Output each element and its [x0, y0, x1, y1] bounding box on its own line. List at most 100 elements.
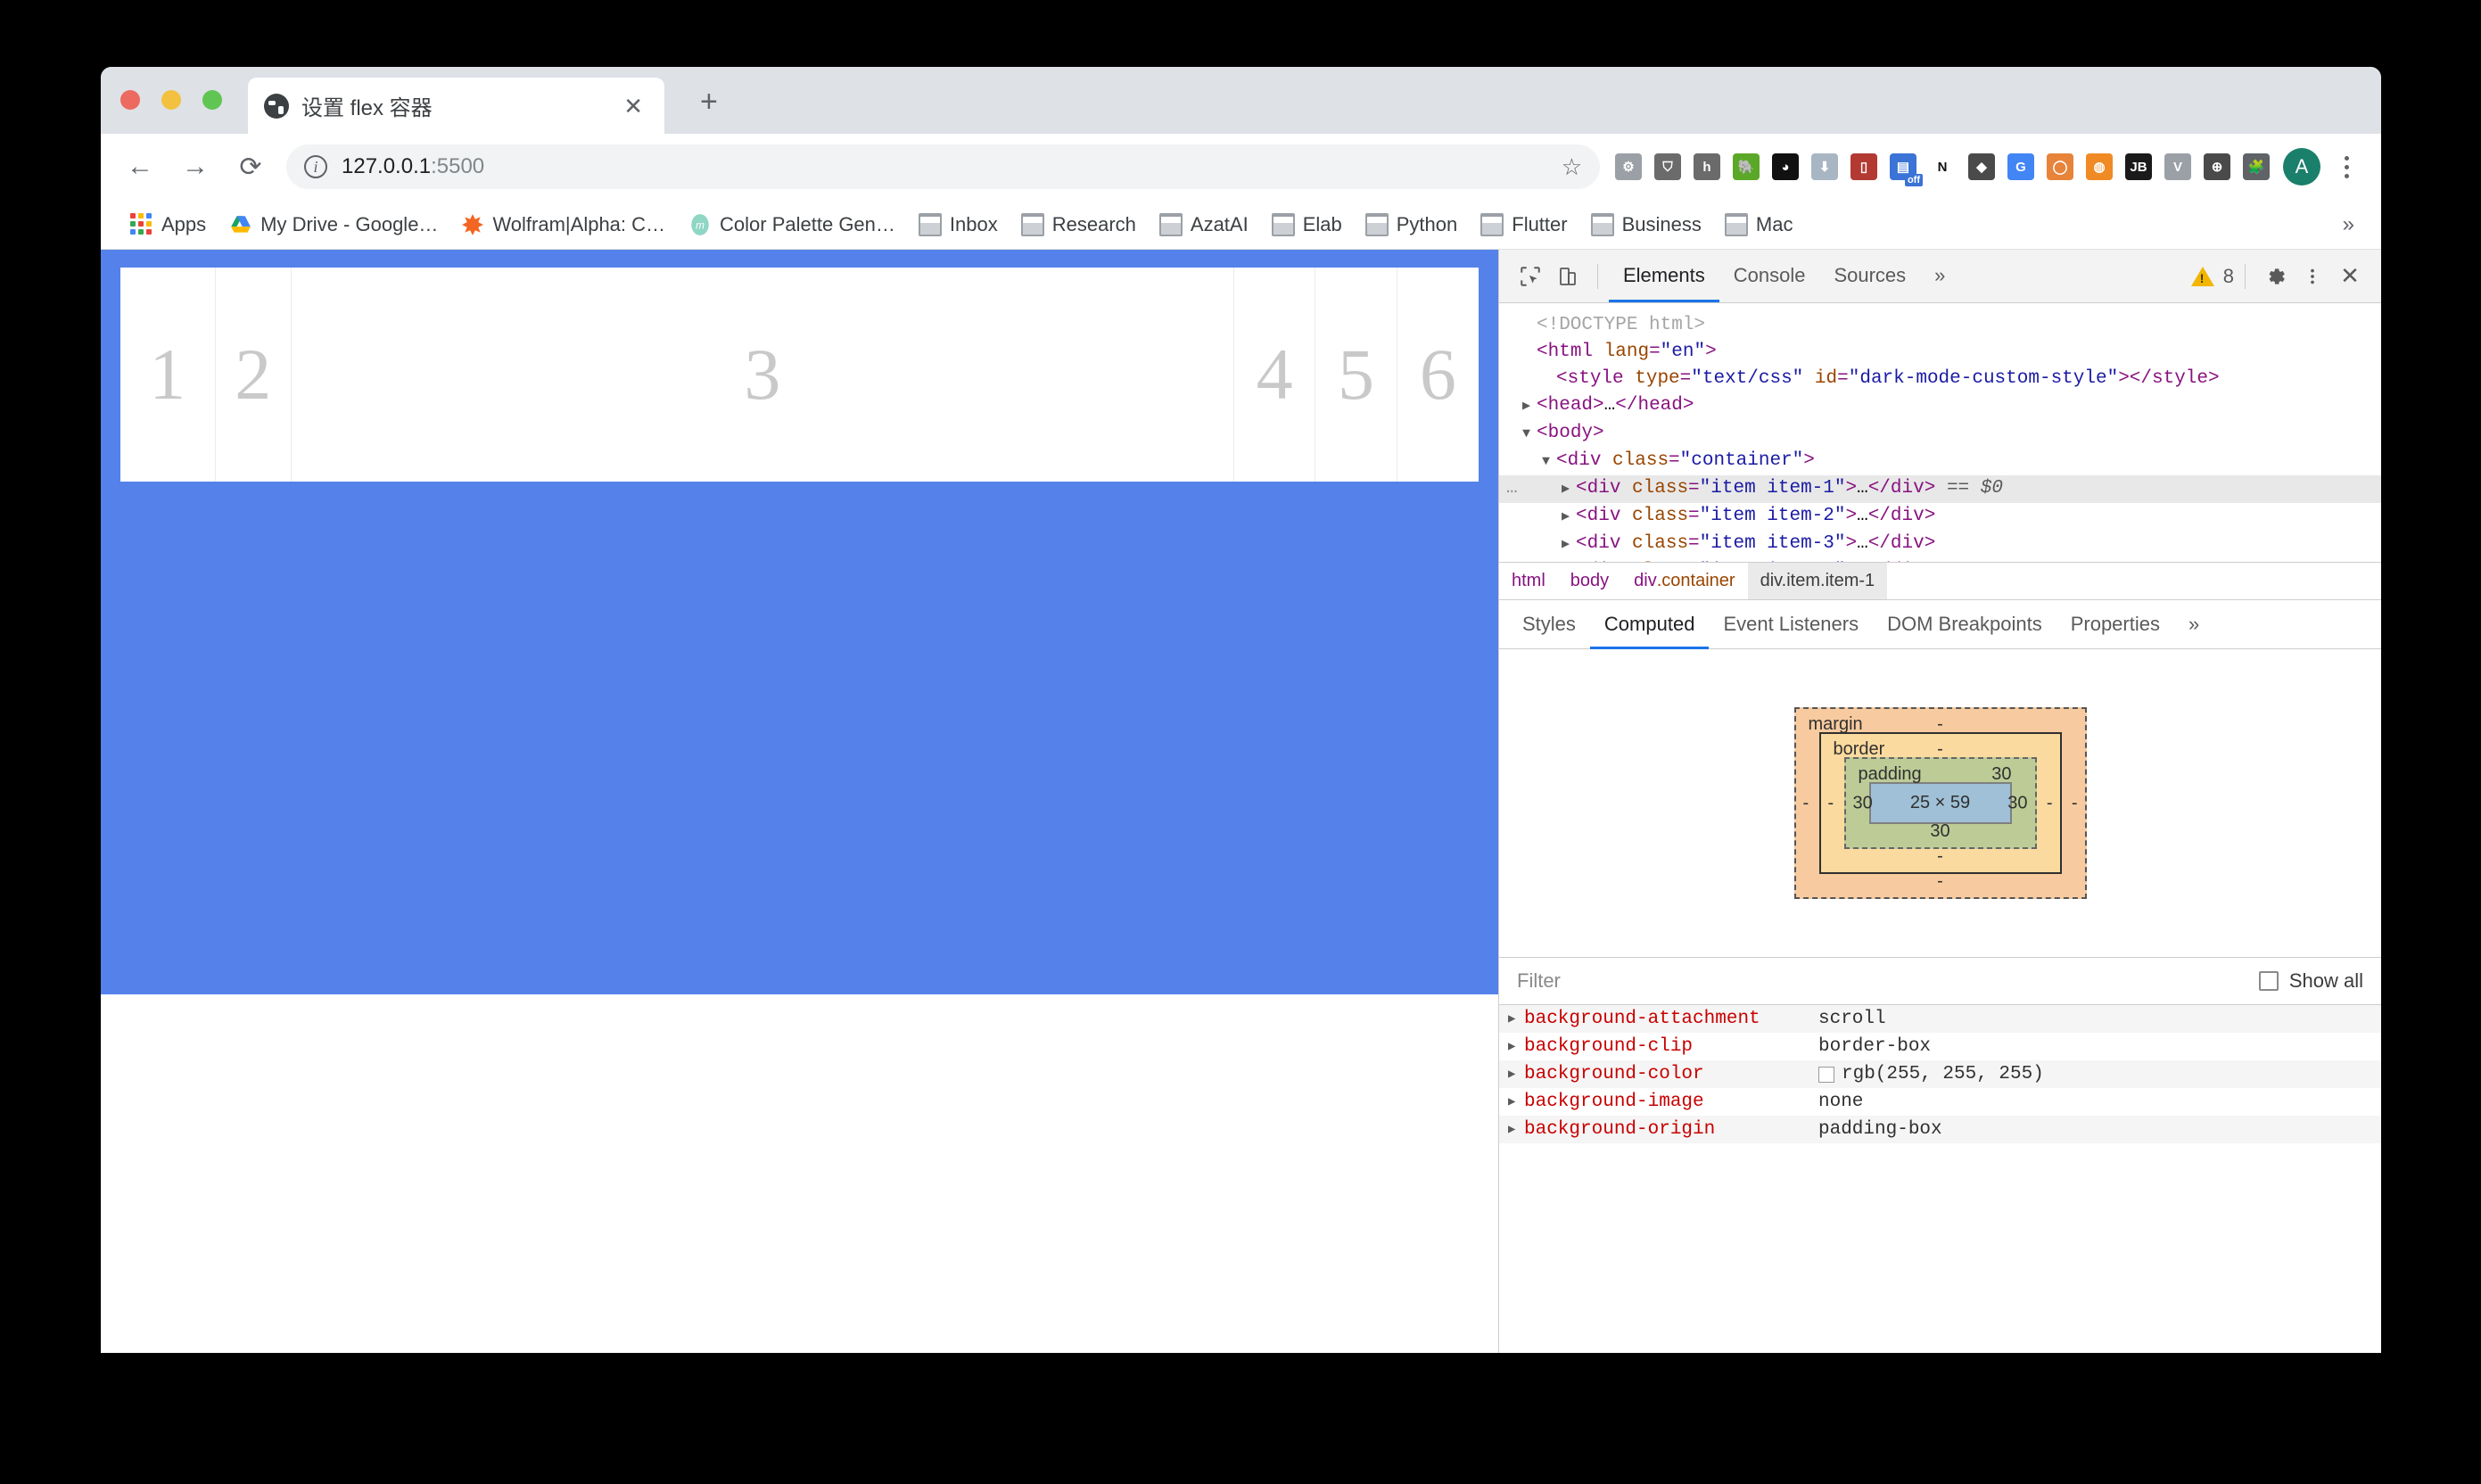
flex-item-4[interactable]: 4	[1234, 268, 1315, 482]
maximize-window-button[interactable]	[202, 90, 222, 110]
devtools-tab-elements[interactable]: Elements	[1609, 250, 1719, 302]
devtools-tab-sources[interactable]: Sources	[1819, 250, 1920, 302]
show-all-checkbox[interactable]	[2259, 971, 2279, 991]
bookmark-business[interactable]: Business	[1581, 208, 1711, 242]
margin-bottom-value[interactable]: -	[1937, 871, 1943, 892]
flex-item-5[interactable]: 5	[1315, 268, 1397, 482]
dom-node[interactable]: ▶<div class="item item-4">…</div>	[1499, 558, 2381, 562]
evernote-web-ext-icon[interactable]: ◆	[1964, 149, 1999, 185]
devtools-tabs-overflow[interactable]: »	[1920, 250, 1959, 302]
dom-node-toggle[interactable]: ▶	[1562, 559, 1576, 562]
dom-node-toggle[interactable]: ▼	[1522, 421, 1537, 448]
dom-node[interactable]: ▼<div class="container">	[1499, 448, 2381, 475]
dom-node[interactable]: ▼<body>	[1499, 420, 2381, 448]
close-window-button[interactable]	[120, 90, 140, 110]
address-bar[interactable]: i 127.0.0.1:5500 ☆	[286, 144, 1600, 189]
browser-tab[interactable]: 设置 flex 容器 ✕	[248, 78, 664, 134]
margin-right-value[interactable]: -	[2072, 793, 2078, 813]
close-tab-button[interactable]: ✕	[618, 95, 648, 118]
avatar[interactable]: A	[2283, 148, 2320, 186]
sidebar-tab-dom-breakpoints[interactable]: DOM Breakpoints	[1873, 600, 2057, 649]
expand-property-icon[interactable]: ▶	[1508, 1067, 1524, 1082]
border-left-value[interactable]: -	[1828, 793, 1834, 813]
dom-node-toggle[interactable]: ▶	[1562, 476, 1576, 503]
breadcrumb-item[interactable]: div.container	[1621, 563, 1747, 599]
dom-node-toggle[interactable]: ▼	[1542, 449, 1556, 475]
sidebar-tabs-overflow[interactable]: »	[2174, 600, 2213, 649]
bookmark-inbox[interactable]: Inbox	[909, 208, 1008, 242]
bookmark-research[interactable]: Research	[1011, 208, 1146, 242]
evernote-ext-icon[interactable]: 🐘	[1728, 149, 1764, 185]
border-bottom-value[interactable]: -	[1937, 846, 1943, 867]
download-ext-icon[interactable]: ⬇	[1807, 149, 1842, 185]
puzzle-ext-icon[interactable]: 🧩	[2238, 149, 2274, 185]
box-model-content[interactable]: 25 × 59	[1869, 782, 2012, 824]
sidebar-tab-styles[interactable]: Styles	[1508, 600, 1590, 649]
vimium-ext-icon[interactable]: V	[2160, 149, 2196, 185]
dom-node-toggle[interactable]: ▶	[1522, 393, 1537, 420]
forward-button[interactable]: →	[176, 147, 215, 186]
dom-node-toggle[interactable]: ▶	[1562, 532, 1576, 558]
padding-top-value[interactable]: 30	[1991, 764, 2011, 785]
back-button[interactable]: ←	[120, 147, 160, 186]
dictionary-ext-icon[interactable]: ▯	[1846, 149, 1882, 185]
site-info-icon[interactable]: i	[304, 155, 327, 178]
flex-item-2[interactable]: 2	[216, 268, 292, 482]
sidebar-tab-computed[interactable]: Computed	[1590, 600, 1710, 649]
devtools-tab-console[interactable]: Console	[1719, 250, 1820, 302]
sidebar-tab-event-listeners[interactable]: Event Listeners	[1709, 600, 1873, 649]
dom-node[interactable]: ▶<div class="item item-2">…</div>	[1499, 503, 2381, 531]
bookmark-azatai[interactable]: AzatAI	[1150, 208, 1258, 242]
dark-reader-ext-icon[interactable]: ◕	[1768, 149, 1803, 185]
new-tab-button[interactable]: +	[700, 90, 718, 114]
breadcrumb-item[interactable]: html	[1499, 563, 1558, 599]
expand-property-icon[interactable]: ▶	[1508, 1122, 1524, 1137]
dom-node[interactable]: <!DOCTYPE html>	[1499, 312, 2381, 339]
expand-property-icon[interactable]: ▶	[1508, 1094, 1524, 1109]
filter-input[interactable]: Filter	[1517, 969, 2259, 993]
shield-ext-icon[interactable]: ⛉	[1650, 149, 1686, 185]
google-translate-ext-icon[interactable]: G	[2003, 149, 2039, 185]
computed-property-row[interactable]: ▶background-originpadding-box	[1499, 1116, 2381, 1143]
mouse-ext-icon[interactable]: ⊕	[2199, 149, 2235, 185]
computed-property-row[interactable]: ▶background-clipborder-box	[1499, 1033, 2381, 1060]
bookmarks-overflow-button[interactable]: »	[2343, 212, 2361, 237]
chrome-menu-icon[interactable]	[2331, 156, 2361, 178]
gear-icon[interactable]	[2256, 258, 2294, 295]
adblock-off-ext-icon[interactable]: ▤off	[1885, 149, 1921, 185]
flex-item-3[interactable]: 3	[292, 268, 1234, 482]
bookmark-flutter[interactable]: Flutter	[1471, 208, 1577, 242]
onetab-ext-icon[interactable]: ◍	[2081, 149, 2117, 185]
reload-button[interactable]: ⟳	[231, 147, 270, 186]
inspect-element-icon[interactable]	[1512, 258, 1549, 295]
bookmark-apps[interactable]: Apps	[120, 208, 216, 242]
margin-left-value[interactable]: -	[1803, 793, 1809, 813]
bookmark-color-palette-gen[interactable]: mColor Palette Gen…	[679, 208, 905, 242]
warning-badge[interactable]: 8	[2191, 265, 2234, 288]
computed-property-row[interactable]: ▶background-attachmentscroll	[1499, 1005, 2381, 1033]
bookmark-elab[interactable]: Elab	[1262, 208, 1352, 242]
padding-right-value[interactable]: 30	[2007, 793, 2027, 813]
device-toolbar-icon[interactable]	[1549, 258, 1587, 295]
expand-property-icon[interactable]: ▶	[1508, 1011, 1524, 1026]
padding-bottom-value[interactable]: 30	[1930, 821, 1949, 842]
bookmark-mac[interactable]: Mac	[1715, 208, 1803, 242]
dom-tree[interactable]: <!DOCTYPE html><html lang="en"><style ty…	[1499, 303, 2381, 562]
expand-property-icon[interactable]: ▶	[1508, 1039, 1524, 1054]
notion-ext-icon[interactable]: N	[1925, 149, 1960, 185]
grammarly-ext-icon[interactable]: ◯	[2042, 149, 2078, 185]
flex-item-1[interactable]: 1	[120, 268, 216, 482]
breadcrumb-item[interactable]: div.item.item-1	[1748, 563, 1888, 599]
computed-property-row[interactable]: ▶background-colorrgb(255, 255, 255)	[1499, 1060, 2381, 1088]
kebab-menu-icon[interactable]	[2294, 258, 2331, 295]
dom-node-toggle[interactable]: ▶	[1562, 504, 1576, 531]
dom-node[interactable]: ▶<head>…</head>	[1499, 392, 2381, 420]
gear-ext-icon[interactable]: ⚙	[1611, 149, 1646, 185]
bookmark-my-drive-google[interactable]: My Drive - Google…	[219, 208, 448, 242]
show-all-toggle[interactable]: Show all	[2259, 969, 2363, 993]
bookmark-star-icon[interactable]: ☆	[1562, 153, 1582, 181]
minimize-window-button[interactable]	[161, 90, 181, 110]
padding-left-value[interactable]: 30	[1853, 793, 1873, 813]
jetbrains-ext-icon[interactable]: JB	[2121, 149, 2156, 185]
dom-node[interactable]: <style type="text/css" id="dark-mode-cus…	[1499, 366, 2381, 392]
